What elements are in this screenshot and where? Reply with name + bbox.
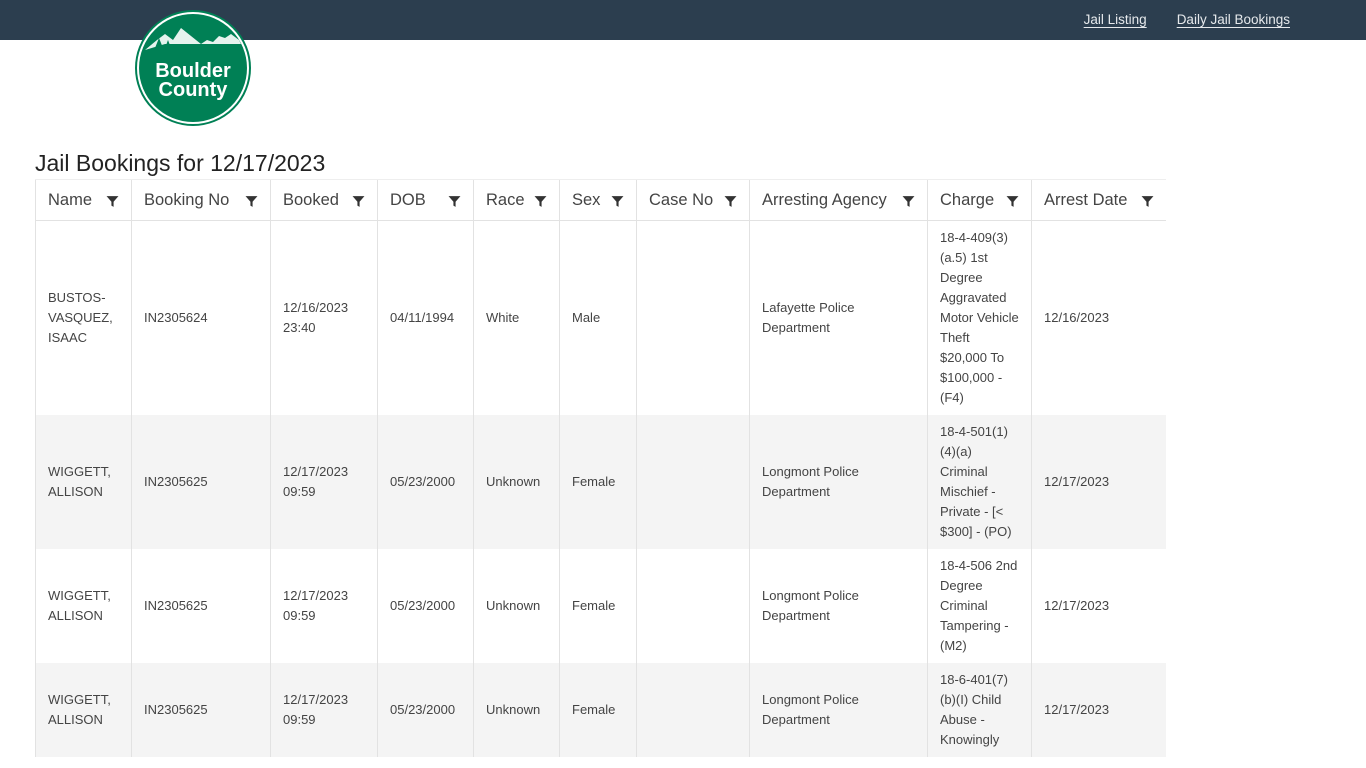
arresting-agency-cell: Longmont Police Department — [749, 415, 928, 549]
booking-no-cell: IN2305625 — [131, 415, 271, 549]
table-row: WIGGETT, ALLISON IN2305625 12/17/2023 09:5… — [35, 549, 1166, 663]
column-header-label: Case No — [649, 190, 714, 209]
column-header-arresting-agency[interactable]: Arresting Agency — [749, 179, 928, 221]
case-no-cell — [636, 549, 750, 663]
column-header-inner: Booking No — [144, 191, 258, 210]
arresting-agency-cell: Lafayette Police Department — [749, 220, 928, 415]
arrest-date-cell: 12/17/2023 — [1031, 415, 1166, 549]
sex-cell: Male — [559, 220, 637, 415]
column-header-race[interactable]: Race — [473, 179, 560, 221]
table-row: WIGGETT, ALLISON IN2305625 12/17/2023 09:5… — [35, 663, 1166, 757]
column-header-inner: Name — [48, 191, 119, 210]
column-header-label: Sex — [572, 190, 601, 209]
logo-line2: County — [159, 79, 229, 101]
boulder-county-logo[interactable]: Boulder County — [135, 10, 251, 126]
column-header-inner: Charge — [940, 191, 1019, 210]
column-header-label: Arrest Date — [1044, 190, 1128, 209]
dob-cell: 04/11/1994 — [377, 220, 474, 415]
race-cell: White — [473, 220, 560, 415]
booked-cell: 12/17/2023 09:59 — [270, 549, 378, 663]
page-title: Jail Bookings for 12/17/2023 — [35, 150, 326, 176]
name-cell: BUSTOS-VASQUEZ, ISAAC — [35, 220, 132, 415]
column-header-label: DOB — [390, 190, 426, 209]
column-header-charge[interactable]: Charge — [927, 179, 1032, 221]
column-header-case-no[interactable]: Case No — [636, 179, 750, 221]
name-cell: WIGGETT, ALLISON — [35, 549, 132, 663]
case-no-cell — [636, 415, 750, 549]
column-header-sex[interactable]: Sex — [559, 179, 637, 221]
filter-icon[interactable] — [106, 194, 119, 207]
column-header-label: Race — [486, 190, 525, 209]
sex-cell: Female — [559, 415, 637, 549]
filter-icon[interactable] — [611, 194, 624, 207]
arrest-date-cell: 12/16/2023 — [1031, 220, 1166, 415]
dob-cell: 05/23/2000 — [377, 663, 474, 757]
charge-cell: 18-4-409(3)(a.5) 1st Degree Aggravated M… — [927, 220, 1032, 415]
dob-cell: 05/23/2000 — [377, 415, 474, 549]
arrest-date-cell: 12/17/2023 — [1031, 549, 1166, 663]
column-header-inner: Case No — [649, 191, 737, 210]
filter-icon[interactable] — [352, 194, 365, 207]
column-header-label: Booking No — [144, 190, 230, 209]
case-no-cell — [636, 220, 750, 415]
column-header-name[interactable]: Name — [35, 179, 132, 221]
column-header-label: Arresting Agency — [762, 190, 887, 209]
race-cell: Unknown — [473, 415, 560, 549]
filter-icon[interactable] — [902, 194, 915, 207]
sex-cell: Female — [559, 549, 637, 663]
column-header-arrest-date[interactable]: Arrest Date — [1031, 179, 1166, 221]
name-cell: WIGGETT, ALLISON — [35, 663, 132, 757]
nav-link-daily-jail-bookings[interactable]: Daily Jail Bookings — [1177, 12, 1290, 27]
main-nav: Jail Listing Daily Jail Bookings — [1084, 12, 1290, 27]
column-header-booking-no[interactable]: Booking No — [131, 179, 271, 221]
column-header-label: Booked — [283, 190, 339, 209]
filter-icon[interactable] — [1006, 194, 1019, 207]
table-row: BUSTOS-VASQUEZ, ISAAC IN2305624 12/16/2023… — [35, 220, 1166, 415]
charge-cell: 18-4-501(1)(4)(a) Criminal Mischief - Pr… — [927, 415, 1032, 549]
filter-icon[interactable] — [448, 194, 461, 207]
column-header-inner: Race — [486, 191, 547, 210]
column-header-label: Charge — [940, 190, 995, 209]
bookings-table-container: Name Booking No Booked DOB Race Sex Case No Arr… — [35, 179, 1166, 757]
logo-emblem-icon: Boulder County — [135, 10, 251, 126]
arrest-date-cell: 12/17/2023 — [1031, 663, 1166, 757]
filter-icon[interactable] — [245, 194, 258, 207]
case-no-cell — [636, 663, 750, 757]
filter-icon[interactable] — [534, 194, 547, 207]
column-header-inner: Arresting Agency — [762, 191, 915, 210]
nav-link-jail-listing[interactable]: Jail Listing — [1084, 12, 1147, 27]
column-header-inner: DOB — [390, 191, 461, 210]
sex-cell: Female — [559, 663, 637, 757]
booked-cell: 12/17/2023 09:59 — [270, 415, 378, 549]
arresting-agency-cell: Longmont Police Department — [749, 549, 928, 663]
booked-cell: 12/17/2023 09:59 — [270, 663, 378, 757]
booking-no-cell: IN2305625 — [131, 663, 271, 757]
column-header-inner: Booked — [283, 191, 365, 210]
dob-cell: 05/23/2000 — [377, 549, 474, 663]
column-header-label: Name — [48, 190, 93, 209]
charge-cell: 18-4-506 2nd Degree Criminal Tampering -… — [927, 549, 1032, 663]
column-header-booked[interactable]: Booked — [270, 179, 378, 221]
filter-icon[interactable] — [1141, 194, 1154, 207]
charge-cell: 18-6-401(7)(b)(I) Child Abuse - Knowingl… — [927, 663, 1032, 757]
booked-cell: 12/16/2023 23:40 — [270, 220, 378, 415]
bookings-table: Name Booking No Booked DOB Race Sex Case No Arr… — [35, 179, 1166, 757]
column-header-inner: Sex — [572, 191, 624, 210]
table-row: WIGGETT, ALLISON IN2305625 12/17/2023 09:5… — [35, 415, 1166, 549]
race-cell: Unknown — [473, 549, 560, 663]
name-cell: WIGGETT, ALLISON — [35, 415, 132, 549]
arresting-agency-cell: Longmont Police Department — [749, 663, 928, 757]
booking-no-cell: IN2305624 — [131, 220, 271, 415]
column-header-inner: Arrest Date — [1044, 191, 1154, 210]
table-body: BUSTOS-VASQUEZ, ISAAC IN2305624 12/16/2023… — [35, 220, 1166, 757]
table-header-row: Name Booking No Booked DOB Race Sex Case No Arr… — [35, 179, 1166, 221]
booking-no-cell: IN2305625 — [131, 549, 271, 663]
race-cell: Unknown — [473, 663, 560, 757]
column-header-dob[interactable]: DOB — [377, 179, 474, 221]
filter-icon[interactable] — [724, 194, 737, 207]
